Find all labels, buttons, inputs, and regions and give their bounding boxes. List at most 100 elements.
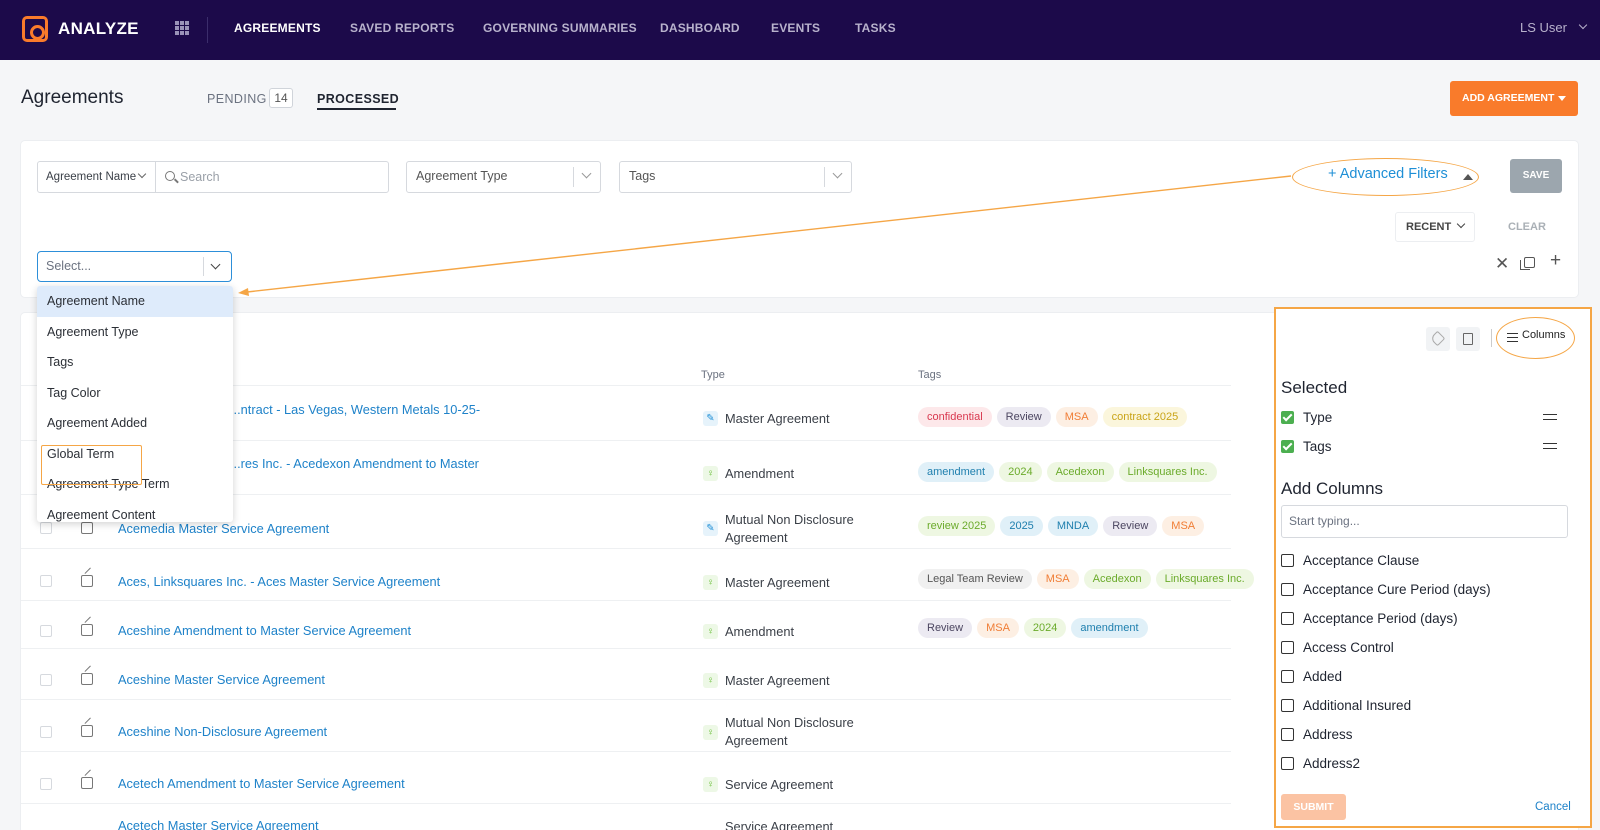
tag-pill[interactable]: Legal Team Review xyxy=(918,569,1032,589)
tag-list: review 2025 2025 MNDA Review MSA xyxy=(918,516,1205,536)
tag-pill[interactable]: MNDA xyxy=(1047,516,1099,536)
cancel-link[interactable]: Cancel xyxy=(1535,801,1571,813)
agreement-link[interactable]: Aceshine Master Service Agreement xyxy=(118,672,325,687)
menu-item-tag-color[interactable]: Tag Color xyxy=(37,378,233,409)
user-menu[interactable]: LS User xyxy=(1520,20,1567,35)
copy-icon[interactable] xyxy=(1520,257,1535,270)
select-divider xyxy=(573,167,574,187)
agreement-name-selector[interactable]: Agreement Name xyxy=(46,171,136,183)
column-checkbox-tags[interactable] xyxy=(1281,440,1294,453)
external-link-icon[interactable] xyxy=(81,725,93,737)
tag-pill[interactable]: amendment xyxy=(1071,618,1148,638)
row-checkbox[interactable] xyxy=(40,778,52,790)
active-tab-indicator xyxy=(317,108,396,110)
tag-pill[interactable]: confidential xyxy=(918,407,992,427)
tag-pill[interactable]: MSA xyxy=(977,618,1019,638)
agreement-link[interactable]: Aces, Linksquares Inc. - Aces Master Ser… xyxy=(118,574,440,589)
tag-pill[interactable]: contract 2025 xyxy=(1102,407,1188,427)
tag-pill[interactable]: 2024 xyxy=(1023,618,1067,638)
annotation-ellipse xyxy=(1292,158,1479,196)
row-checkbox[interactable] xyxy=(40,625,52,637)
nav-governing-summaries[interactable]: GOVERNING SUMMARIES xyxy=(483,21,637,35)
search-input[interactable]: Search xyxy=(180,170,220,184)
tab-pending[interactable]: PENDING xyxy=(207,92,267,106)
clear-button[interactable]: CLEAR xyxy=(1508,221,1546,233)
drag-handle-icon[interactable] xyxy=(1543,414,1557,420)
tag-pill[interactable]: MSA xyxy=(1055,407,1098,427)
column-checkbox-type[interactable] xyxy=(1281,411,1294,424)
tab-processed[interactable]: PROCESSED xyxy=(317,92,399,106)
row-checkbox[interactable] xyxy=(40,726,52,738)
tag-pill[interactable]: Review xyxy=(996,407,1051,427)
agreement-type: Master Agreement xyxy=(725,673,830,688)
tag-pill[interactable]: MSA xyxy=(1162,516,1205,536)
agreement-link[interactable]: ...res Inc. - Acedexon Amendment to Mast… xyxy=(230,456,479,471)
menu-item-agreement-name[interactable]: Agreement Name xyxy=(37,286,233,317)
drag-handle-icon[interactable] xyxy=(1543,443,1557,449)
agreement-type: Amendment xyxy=(725,624,794,639)
select-divider xyxy=(824,167,825,187)
tag-pill[interactable]: Acedexon xyxy=(1046,462,1114,482)
tag-pill[interactable]: MSA xyxy=(1036,569,1079,589)
external-link-icon[interactable] xyxy=(81,673,93,685)
agreement-link[interactable]: ...ntract - Las Vegas, Western Metals 10… xyxy=(230,402,480,417)
external-link-icon[interactable] xyxy=(81,624,93,636)
page-title: Agreements xyxy=(21,87,124,108)
agreement-link[interactable]: Aceshine Non-Disclosure Agreement xyxy=(118,724,327,739)
nav-saved-reports[interactable]: SAVED REPORTS xyxy=(350,21,454,35)
save-button[interactable]: SAVE xyxy=(1510,159,1562,193)
nav-tasks[interactable]: TASKS xyxy=(855,21,896,35)
close-icon[interactable]: ✕ xyxy=(1495,254,1509,274)
tag-pill[interactable]: 2025 xyxy=(1000,516,1043,536)
column-header-type[interactable]: Type xyxy=(701,369,725,381)
column-option-checkbox[interactable] xyxy=(1281,757,1294,770)
selected-column-label: Type xyxy=(1303,410,1333,425)
menu-item-agreement-content[interactable]: Agreement Content xyxy=(37,500,233,522)
tag-pill[interactable]: Review xyxy=(1103,516,1158,536)
export-icon[interactable] xyxy=(1456,327,1480,351)
column-header-tags[interactable]: Tags xyxy=(918,369,941,381)
nav-events[interactable]: EVENTS xyxy=(771,21,820,35)
tag-pill[interactable]: review 2025 xyxy=(918,516,996,536)
row-checkbox[interactable] xyxy=(40,575,52,587)
column-option-checkbox[interactable] xyxy=(1281,728,1294,741)
column-option-checkbox[interactable] xyxy=(1281,670,1294,683)
tag-pill[interactable]: Linksquares Inc. xyxy=(1155,569,1254,589)
column-option-checkbox[interactable] xyxy=(1281,641,1294,654)
caret-down-icon xyxy=(1558,96,1566,101)
agreement-link[interactable]: Aceshine Amendment to Master Service Agr… xyxy=(118,623,411,638)
nav-agreements[interactable]: AGREEMENTS xyxy=(234,21,321,35)
row-checkbox[interactable] xyxy=(40,674,52,686)
agreement-link[interactable]: Acetech Amendment to Master Service Agre… xyxy=(118,776,405,791)
add-agreement-button[interactable]: ADD AGREEMENT xyxy=(1450,81,1578,116)
apps-grid-icon[interactable] xyxy=(175,21,189,35)
column-option-checkbox[interactable] xyxy=(1281,554,1294,567)
row-checkbox[interactable] xyxy=(40,522,52,534)
menu-item-tags[interactable]: Tags xyxy=(37,347,233,378)
tag-pill[interactable]: 2024 xyxy=(999,462,1042,482)
nav-dashboard[interactable]: DASHBOARD xyxy=(660,21,740,35)
plus-icon[interactable]: + xyxy=(1550,250,1561,272)
external-link-icon[interactable] xyxy=(81,777,93,789)
column-option-checkbox[interactable] xyxy=(1281,699,1294,712)
logo-icon[interactable] xyxy=(22,16,48,42)
app-name[interactable]: ANALYZE xyxy=(58,19,139,39)
column-option-checkbox[interactable] xyxy=(1281,612,1294,625)
tag-pill[interactable]: amendment xyxy=(918,462,995,482)
pencil-icon: ✎ xyxy=(703,411,718,426)
agreement-link[interactable]: Acetech Master Service Agreement xyxy=(118,818,319,830)
agreement-link[interactable]: Acemedia Master Service Agreement xyxy=(118,521,329,536)
submit-button[interactable]: SUBMIT xyxy=(1281,794,1346,820)
tag-pill[interactable]: Linksquares Inc. xyxy=(1118,462,1217,482)
tag-icon[interactable] xyxy=(1426,327,1450,351)
tag-pill[interactable]: Acedexon xyxy=(1083,569,1151,589)
tag-pill[interactable]: Review xyxy=(918,618,973,638)
external-link-icon[interactable] xyxy=(81,522,93,534)
bulb-icon: ♀ xyxy=(703,777,718,792)
external-link-icon[interactable] xyxy=(81,575,93,587)
row-divider xyxy=(21,751,1231,752)
menu-item-agreement-added[interactable]: Agreement Added xyxy=(37,408,233,439)
column-option-label: Address2 xyxy=(1303,756,1361,771)
menu-item-agreement-type[interactable]: Agreement Type xyxy=(37,317,233,348)
column-option-checkbox[interactable] xyxy=(1281,583,1294,596)
